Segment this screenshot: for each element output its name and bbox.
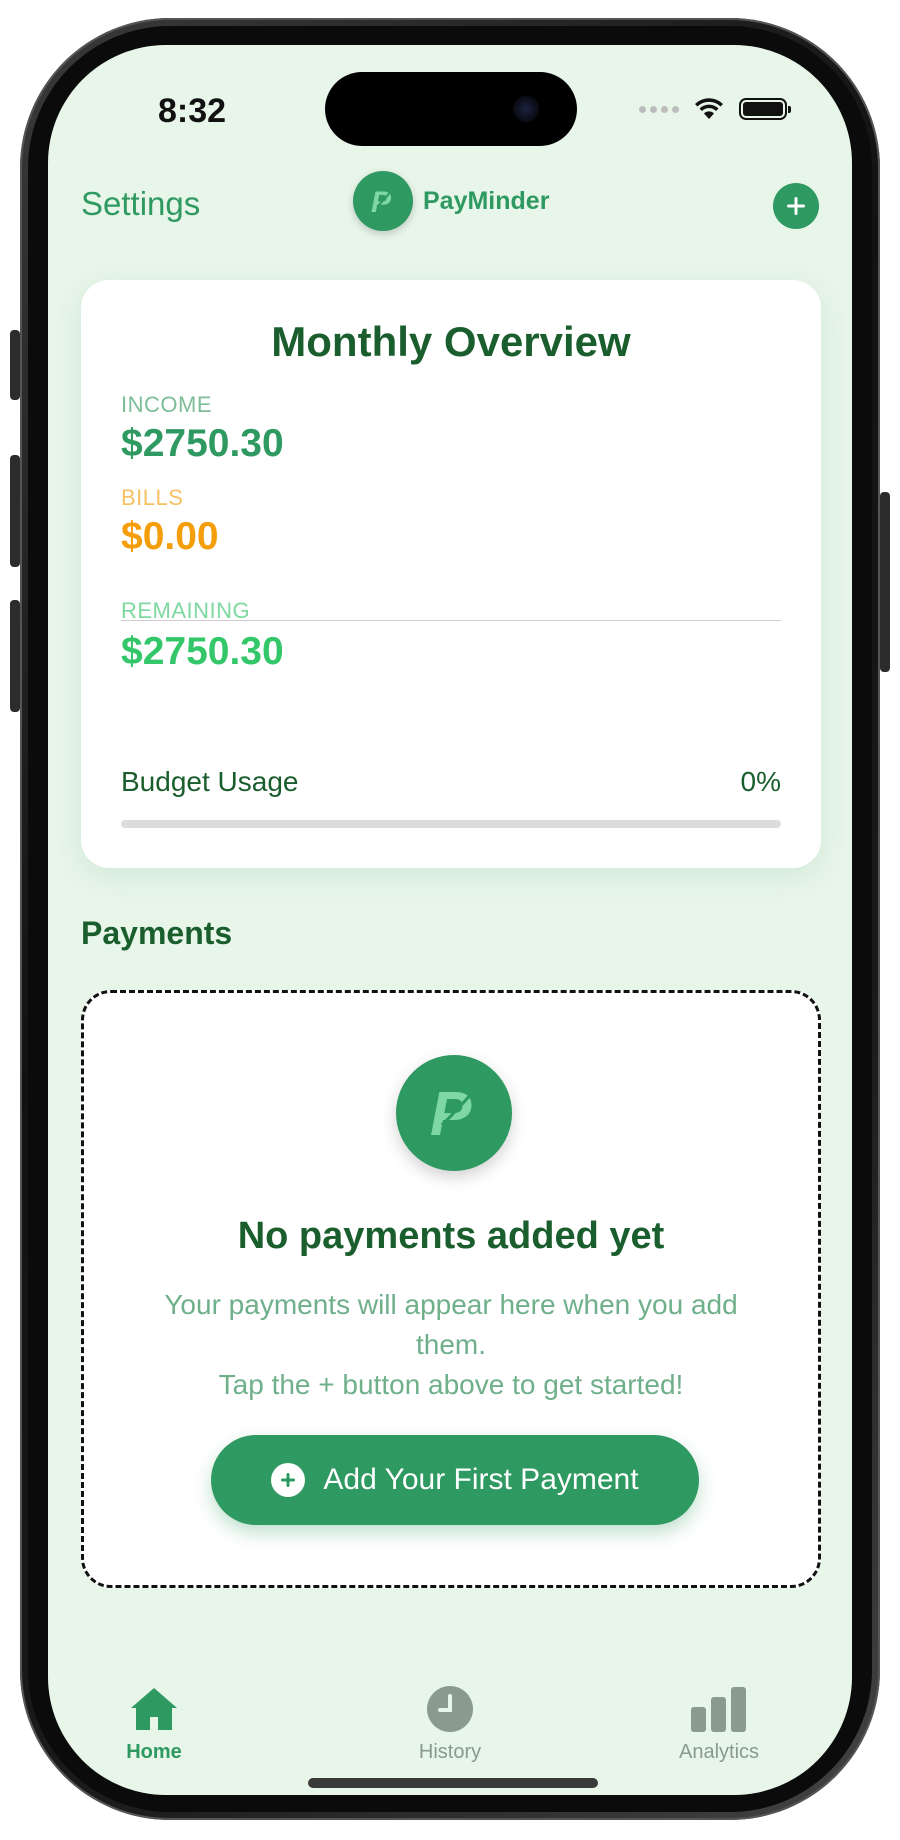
budget-usage-label: Budget Usage	[121, 766, 299, 797]
tab-history-label: History	[418, 1741, 482, 1763]
status-icons	[639, 97, 791, 121]
income-value: $2750.30	[121, 422, 284, 465]
app-logo-icon: P	[353, 171, 413, 231]
tab-analytics[interactable]: Analytics	[619, 1685, 819, 1764]
app-screen: 8:32 Settings P PayMinder Monthly Overvi…	[48, 45, 852, 1795]
cellular-signal-icon	[639, 105, 679, 113]
plus-circle-icon	[271, 1463, 306, 1497]
add-first-payment-label: Add Your First Payment	[323, 1463, 639, 1496]
leaf-p-logo-icon: P	[430, 1080, 474, 1149]
home-indicator[interactable]	[308, 1778, 598, 1788]
bills-value: $0.00	[121, 515, 219, 558]
action-button	[10, 330, 20, 400]
tab-history[interactable]: History	[350, 1685, 550, 1764]
empty-state-title: No payments added yet	[237, 1215, 665, 1257]
payments-heading: Payments	[81, 915, 233, 951]
tab-home[interactable]: Home	[54, 1685, 254, 1764]
camera-icon	[513, 96, 539, 122]
bar-chart-icon	[691, 1687, 746, 1732]
empty-state-logo-icon: P	[396, 1055, 512, 1171]
remaining-value: $2750.30	[121, 630, 284, 673]
battery-icon	[739, 98, 791, 120]
clock-icon	[427, 1686, 473, 1732]
empty-state-description: Your payments will appear here when you …	[144, 1285, 758, 1405]
dynamic-island	[325, 72, 577, 146]
leaf-p-logo-icon: P	[371, 186, 392, 219]
empty-state-line-2: Tap the + button above to get started!	[218, 1369, 684, 1400]
status-time: 8:32	[158, 92, 227, 130]
overview-title: Monthly Overview	[271, 318, 631, 365]
wifi-icon	[695, 98, 723, 119]
budget-usage-row: Budget Usage 0%	[121, 766, 781, 798]
tab-home-label: Home	[126, 1741, 182, 1763]
add-payment-button[interactable]	[773, 183, 819, 229]
plus-icon	[787, 197, 805, 215]
tab-analytics-label: Analytics	[678, 1741, 760, 1763]
settings-button[interactable]: Settings	[81, 185, 200, 223]
home-icon	[131, 1688, 177, 1730]
app-name: PayMinder	[423, 186, 550, 215]
income-label: INCOME	[121, 392, 212, 417]
add-first-payment-button[interactable]: Add Your First Payment	[211, 1435, 699, 1525]
payments-empty-state: P No payments added yet Your payments wi…	[81, 990, 821, 1588]
volume-up-button	[10, 455, 20, 567]
remaining-label: REMAINING	[121, 598, 251, 623]
budget-usage-bar	[121, 820, 781, 828]
volume-down-button	[10, 600, 20, 712]
monthly-overview-card: Monthly Overview INCOME $2750.30 BILLS $…	[81, 280, 821, 868]
budget-usage-percent: 0%	[740, 766, 781, 797]
bills-label: BILLS	[121, 485, 184, 510]
empty-state-line-1: Your payments will appear here when you …	[164, 1289, 738, 1360]
power-button	[880, 492, 890, 672]
app-brand: P PayMinder	[353, 171, 549, 231]
